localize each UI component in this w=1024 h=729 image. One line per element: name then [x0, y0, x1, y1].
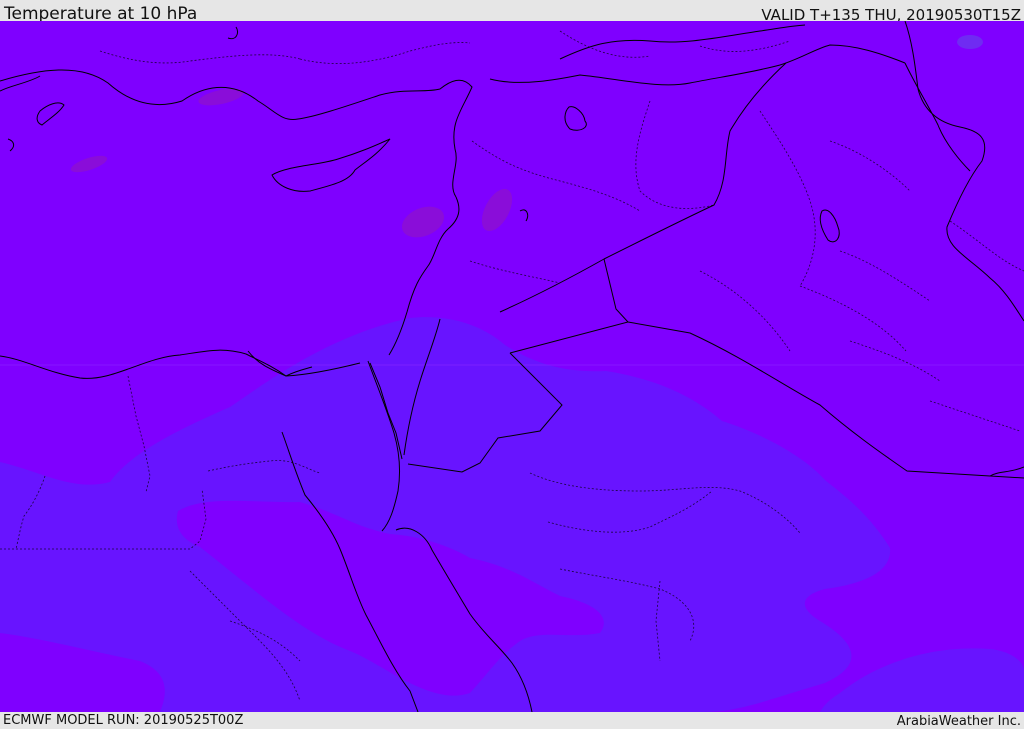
cool-patch-caspian [957, 35, 983, 49]
forecast-map-page: Temperature at 10 hPa VALID T+135 THU, 2… [0, 0, 1024, 729]
model-run-label: ECMWF MODEL RUN: 20190525T00Z [3, 713, 244, 728]
footer-bar: ECMWF MODEL RUN: 20190525T00Z ArabiaWeat… [0, 712, 1024, 729]
map-svg [0, 21, 1024, 712]
temperature-map[interactable] [0, 21, 1024, 712]
header-bar: Temperature at 10 hPa VALID T+135 THU, 2… [0, 0, 1024, 24]
credit-label: ArabiaWeather Inc. [896, 714, 1021, 729]
